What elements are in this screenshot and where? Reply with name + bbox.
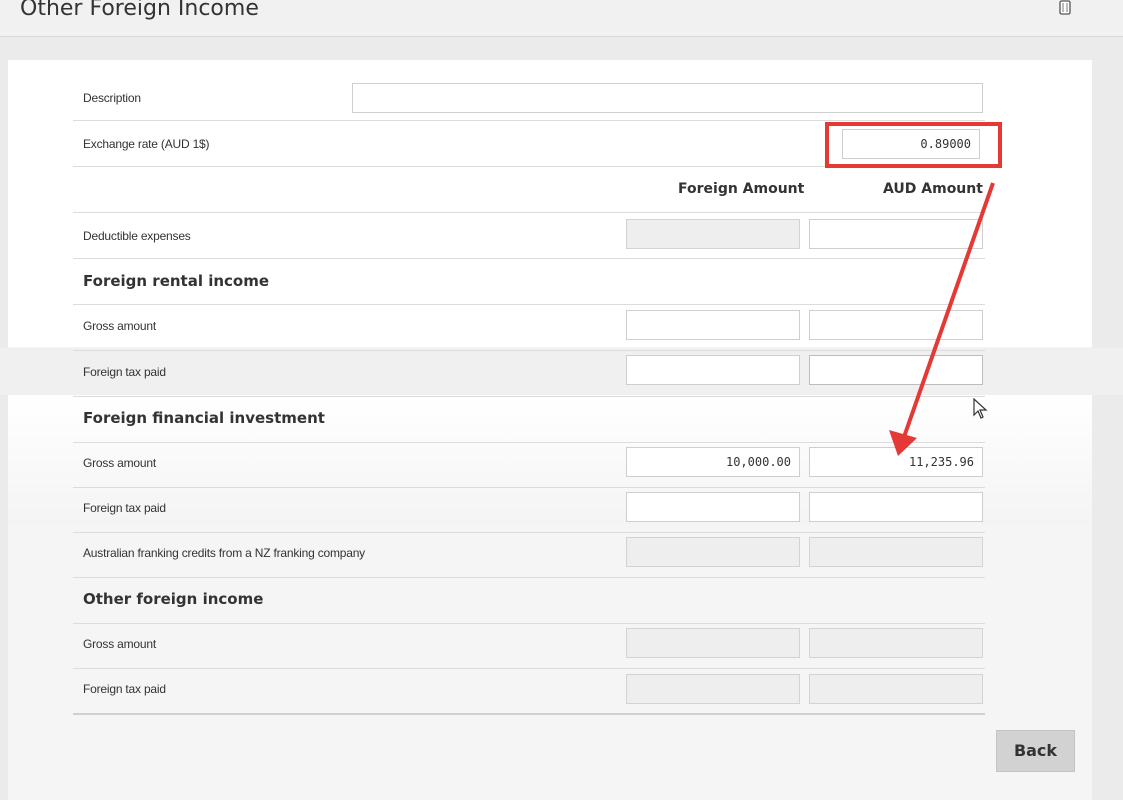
rental-foreign-tax-paid-foreign-input[interactable] — [626, 355, 800, 385]
annotation-highlight-box — [825, 122, 1002, 168]
description-input[interactable] — [352, 83, 983, 113]
rental-foreign-tax-paid-aud-input[interactable] — [809, 355, 983, 385]
deductible-expenses-row: Deductible expenses — [73, 212, 985, 259]
description-label: Description — [83, 91, 141, 105]
rental-gross-amount-aud-input[interactable] — [809, 310, 983, 340]
section-foreign-financial-investment: Foreign financial investment — [73, 396, 985, 443]
franking-credits-label: Australian franking credits from a NZ fr… — [83, 546, 365, 560]
other-gross-amount-foreign-input[interactable] — [626, 628, 800, 658]
investment-gross-amount-label: Gross amount — [83, 456, 156, 470]
franking-credits-row: Australian franking credits from a NZ fr… — [73, 531, 985, 578]
other-gross-amount-label: Gross amount — [83, 637, 156, 651]
page-title: Other Foreign Income — [20, 0, 259, 21]
section-foreign-rental-income: Foreign rental income — [73, 258, 985, 305]
section-title-foreign-rental-income: Foreign rental income — [83, 272, 270, 290]
rental-gross-amount-row: Gross amount — [73, 304, 985, 351]
exchange-rate-label: Exchange rate (AUD 1$) — [83, 137, 210, 151]
description-row: Description — [73, 74, 985, 121]
section-title-foreign-financial-investment: Foreign financial investment — [83, 409, 325, 427]
deductible-expenses-aud-input[interactable] — [809, 219, 983, 249]
section-other-foreign-income: Other foreign income — [73, 577, 985, 624]
deductible-expenses-label: Deductible expenses — [83, 229, 191, 243]
investment-foreign-tax-paid-label: Foreign tax paid — [83, 501, 166, 515]
investment-gross-amount-foreign-input[interactable]: 10,000.00 — [626, 447, 800, 477]
column-header-row: Foreign Amount AUD Amount — [73, 166, 985, 213]
investment-foreign-tax-paid-row: Foreign tax paid — [73, 486, 985, 533]
other-gross-amount-aud-input[interactable] — [809, 628, 983, 658]
other-gross-amount-row: Gross amount — [73, 622, 985, 669]
cursor-icon — [973, 398, 988, 419]
rental-foreign-tax-paid-row: Foreign tax paid — [73, 350, 985, 397]
rental-foreign-tax-paid-label: Foreign tax paid — [83, 365, 166, 379]
franking-credits-foreign-input[interactable] — [626, 537, 800, 567]
aud-amount-header: AUD Amount — [883, 181, 983, 197]
investment-gross-amount-aud-input[interactable]: 11,235.96 — [809, 447, 983, 477]
rental-gross-amount-foreign-input[interactable] — [626, 310, 800, 340]
other-foreign-tax-paid-row: Foreign tax paid — [73, 667, 985, 715]
franking-credits-aud-input[interactable] — [809, 537, 983, 567]
trash-icon[interactable] — [1057, 0, 1073, 16]
section-title-other-foreign-income: Other foreign income — [83, 590, 264, 608]
foreign-amount-header: Foreign Amount — [678, 181, 805, 197]
page-header: Other Foreign Income — [0, 0, 1123, 37]
other-foreign-tax-paid-aud-input[interactable] — [809, 674, 983, 704]
investment-foreign-tax-paid-foreign-input[interactable] — [626, 492, 800, 522]
rental-gross-amount-label: Gross amount — [83, 319, 156, 333]
other-foreign-tax-paid-foreign-input[interactable] — [626, 674, 800, 704]
deductible-expenses-foreign-input[interactable] — [626, 219, 800, 249]
investment-foreign-tax-paid-aud-input[interactable] — [809, 492, 983, 522]
back-button[interactable]: Back — [996, 730, 1075, 772]
investment-gross-amount-row: Gross amount 10,000.00 11,235.96 — [73, 441, 985, 488]
other-foreign-tax-paid-label: Foreign tax paid — [83, 682, 166, 696]
